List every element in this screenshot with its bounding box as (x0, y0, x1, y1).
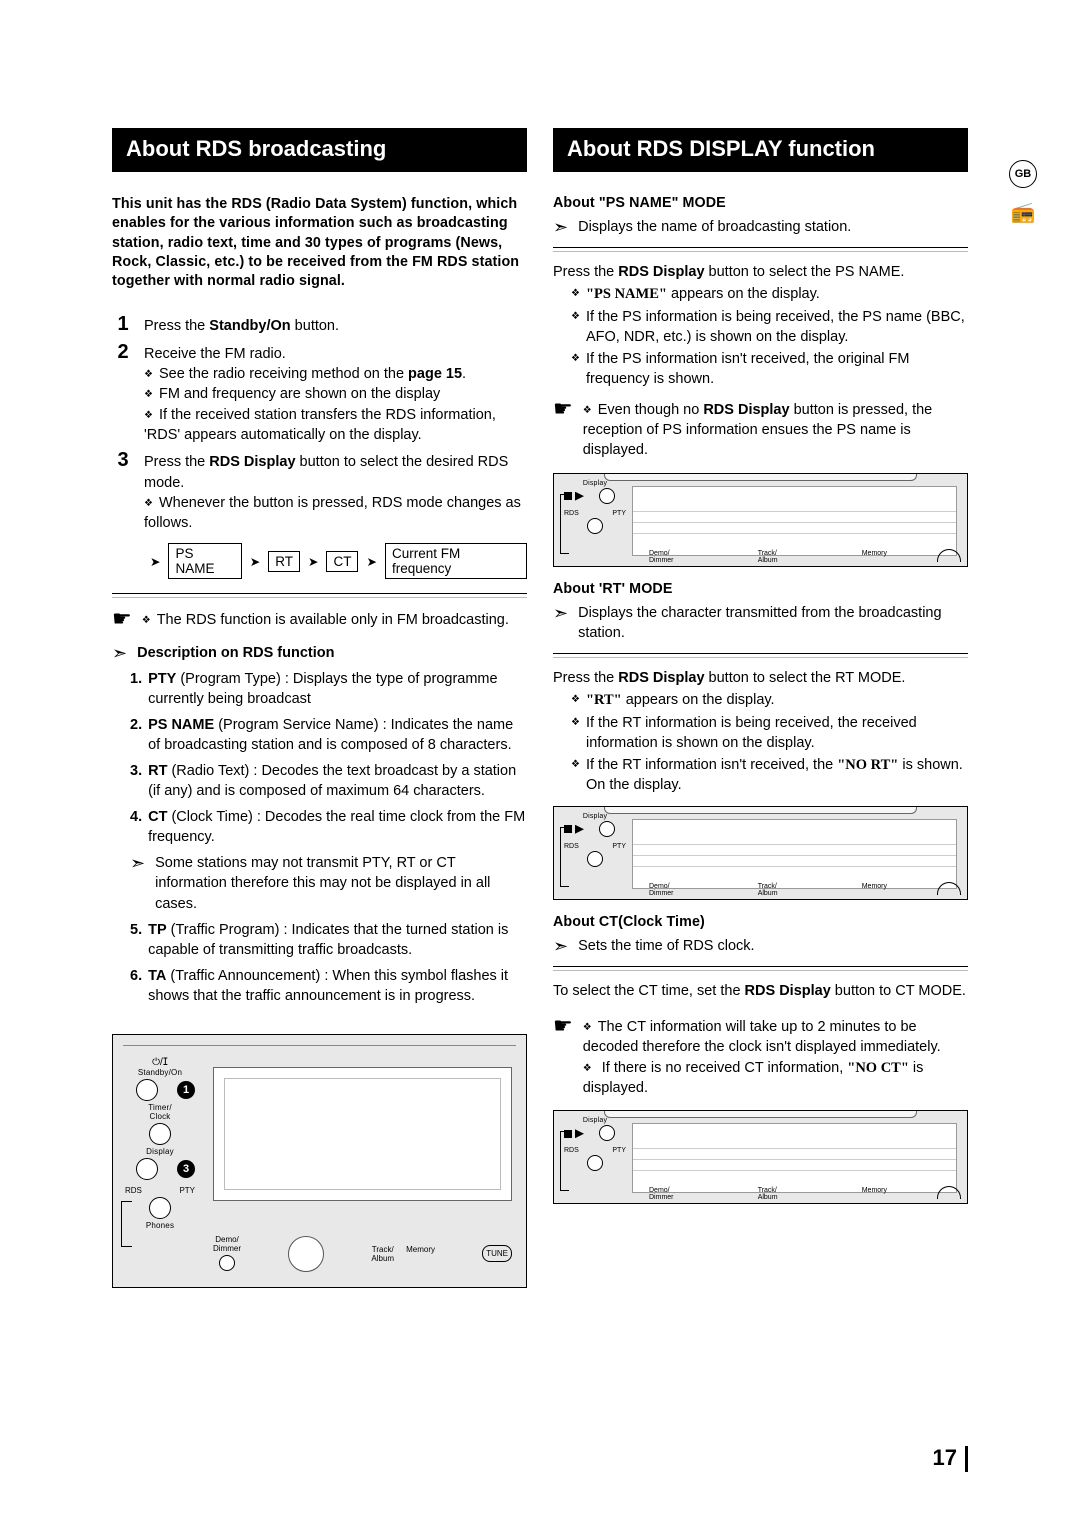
desc-head-row: ➣ Description on RDS function (112, 643, 527, 663)
right-column: About RDS DISPLAY function About "PS NAM… (553, 128, 968, 1288)
rds-pty-button-icon (149, 1197, 171, 1219)
arrow-icon: ➣ (112, 644, 127, 662)
divider (553, 653, 968, 658)
divider (553, 966, 968, 971)
left-column: About RDS broadcasting This unit has the… (112, 128, 527, 1288)
divider (112, 593, 527, 598)
region-sidebar: GB 📻 (1006, 160, 1040, 225)
intro-text: This unit has the RDS (Radio Data System… (112, 195, 527, 291)
ps-name-head: About "PS NAME" MODE (553, 195, 968, 211)
step-3: 3 Press the RDS Display button to select… (112, 449, 527, 533)
step-number: 3 (112, 449, 134, 472)
callout-3: 3 (177, 1160, 195, 1178)
step-number: 1 (112, 313, 134, 336)
callout-1: 1 (177, 1081, 195, 1099)
ct-head: About CT(Clock Time) (553, 914, 968, 930)
standby-button-icon (136, 1079, 158, 1101)
volume-knob-icon (288, 1236, 324, 1272)
hand-icon: ☛ (553, 1015, 573, 1037)
mini-panel-ps: Display RDSPTY Demo/ Dimmer Track/ Album… (553, 473, 968, 567)
device-panel-illustration: ⏻/ⵊ Standby/On 1 Timer/ Clock Display 3 … (112, 1034, 527, 1288)
arrow-icon: ➣ (553, 218, 568, 236)
mini-panel-ct: Display RDSPTY Demo/ Dimmer Track/ Album… (553, 1110, 968, 1204)
step-2: 2 Receive the FM radio. See the radio re… (112, 341, 527, 445)
hand-icon: ☛ (553, 398, 573, 420)
step-1: 1 Press the Standby/On button. (112, 313, 527, 336)
mini-panel-rt: Display RDSPTY Demo/ Dimmer Track/ Album… (553, 806, 968, 900)
note-row: ☛ The RDS function is available only in … (112, 610, 527, 630)
arrow-icon: ➣ (553, 937, 568, 955)
radio-icon: 📻 (1006, 200, 1040, 225)
right-title: About RDS DISPLAY function (553, 128, 968, 172)
tune-button-icon: TUNE (482, 1245, 512, 1262)
rds-description-list: 1.PTY (Program Type) : Displays the type… (112, 669, 527, 1006)
display-button-icon (136, 1158, 158, 1180)
lcd-screen (213, 1067, 512, 1201)
left-title: About RDS broadcasting (112, 128, 527, 172)
page-number: 17 (933, 1445, 968, 1472)
hand-icon: ☛ (112, 608, 132, 630)
step-number: 2 (112, 341, 134, 364)
arrow-icon: ➣ (130, 854, 145, 872)
arrow-icon: ➣ (553, 604, 568, 622)
timer-button-icon (149, 1123, 171, 1145)
rt-head: About 'RT' MODE (553, 581, 968, 597)
steps-list: 1 Press the Standby/On button. 2 Receive… (112, 313, 527, 533)
divider (553, 247, 968, 252)
mode-flow: PS NAME RT CT Current FM frequency (146, 543, 527, 579)
region-badge: GB (1009, 160, 1037, 188)
